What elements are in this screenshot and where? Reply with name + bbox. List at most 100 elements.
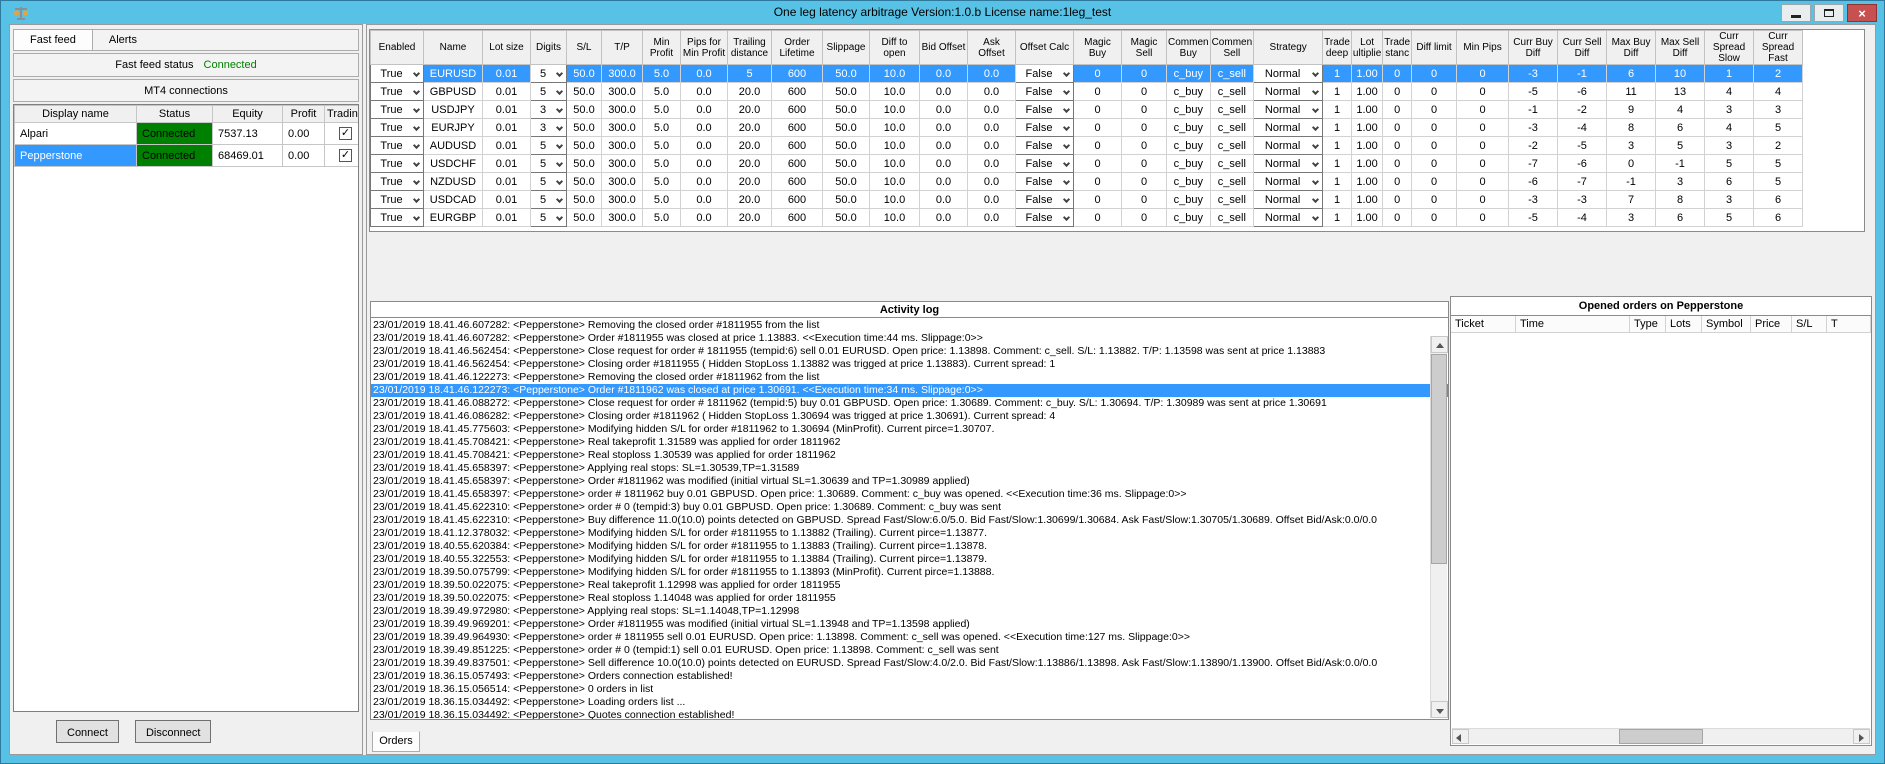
log-line[interactable]: 23/01/2019 18.39.49.851225: <Pepperstone… — [371, 644, 1448, 657]
grid-cell[interactable]: 0 — [1073, 118, 1122, 137]
grid-cell[interactable]: 0.01 — [482, 136, 531, 155]
grid-cell[interactable]: 0 — [1382, 136, 1413, 155]
log-line[interactable]: 23/01/2019 18.39.49.964930: <Pepperstone… — [371, 631, 1448, 644]
grid-cell[interactable]: 20.0 — [727, 82, 772, 101]
connection-row[interactable]: Pepperstone Connected 68469.01 0.00 ✓ — [14, 144, 358, 167]
grid-cell[interactable]: 5.0 — [642, 172, 681, 191]
grid-cell-dropdown[interactable]: Normal — [1253, 100, 1324, 119]
grid-cell-dropdown[interactable]: 5 — [530, 136, 567, 155]
grid-cell[interactable]: 20.0 — [727, 136, 772, 155]
symbol-row[interactable]: True USDJPY 0.01 3 50.0 300.0 5.0 0.0 20.0 600 50.… — [370, 100, 1804, 119]
grid-cell[interactable]: 10.0 — [869, 136, 920, 155]
orders-column-header[interactable]: Type — [1630, 316, 1666, 332]
grid-cell[interactable]: -5 — [1557, 136, 1608, 155]
grid-cell[interactable]: 1.00 — [1350, 64, 1384, 83]
grid-cell-dropdown[interactable]: 5 — [530, 64, 567, 83]
grid-cell[interactable]: 0.0 — [680, 118, 728, 137]
grid-cell[interactable]: 0 — [1121, 118, 1167, 137]
grid-cell[interactable]: 1 — [1322, 136, 1352, 155]
grid-cell[interactable]: AUDUSD — [423, 136, 483, 155]
grid-cell[interactable]: 0.01 — [482, 190, 531, 209]
grid-cell[interactable]: 600 — [771, 154, 823, 173]
grid-cell[interactable]: 50.0 — [822, 118, 870, 137]
grid-cell[interactable]: 300.0 — [601, 100, 643, 119]
grid-cell[interactable]: c_buy — [1166, 190, 1211, 209]
grid-column-header[interactable]: Digits — [530, 30, 567, 65]
grid-cell-dropdown[interactable]: Normal — [1253, 82, 1324, 101]
log-line[interactable]: 23/01/2019 18.41.46.088272: <Pepperstone… — [371, 397, 1448, 410]
grid-cell-dropdown[interactable]: True — [370, 100, 424, 119]
grid-cell[interactable]: 50.0 — [822, 100, 870, 119]
grid-cell[interactable]: 0 — [1073, 82, 1122, 101]
grid-cell[interactable]: 0.01 — [482, 172, 531, 191]
grid-cell[interactable]: c_sell — [1209, 82, 1255, 101]
grid-cell[interactable]: 50.0 — [822, 154, 870, 173]
trading-checkbox[interactable]: ✓ — [339, 127, 352, 140]
close-button[interactable]: × — [1847, 4, 1877, 22]
grid-column-header[interactable]: Min Profit — [642, 30, 681, 65]
connections-column-header[interactable]: Display name — [14, 105, 137, 123]
grid-cell[interactable]: 3 — [1606, 208, 1657, 227]
grid-cell-dropdown[interactable]: 5 — [530, 82, 567, 101]
grid-cell-dropdown[interactable]: Normal — [1253, 64, 1324, 83]
grid-cell[interactable]: 1.00 — [1350, 172, 1384, 191]
log-line[interactable]: 23/01/2019 18.41.46.122273: <Pepperstone… — [371, 384, 1448, 397]
grid-cell[interactable]: 6 — [1704, 172, 1755, 191]
tab-alerts[interactable]: Alerts — [93, 30, 153, 50]
grid-cell[interactable]: 3 — [1704, 136, 1755, 155]
grid-cell[interactable]: 0.0 — [967, 190, 1016, 209]
symbol-row[interactable]: True EURGBP 0.01 5 50.0 300.0 5.0 0.0 20.0 600 50.… — [370, 208, 1804, 227]
orders-column-header[interactable]: Price — [1751, 316, 1792, 332]
grid-cell[interactable]: 0 — [1073, 154, 1122, 173]
grid-column-header[interactable]: Trade stanc — [1382, 30, 1413, 65]
grid-cell[interactable]: 0.0 — [919, 100, 968, 119]
grid-cell[interactable]: -7 — [1508, 154, 1559, 173]
grid-cell[interactable]: 600 — [771, 136, 823, 155]
grid-cell[interactable]: 0.0 — [680, 136, 728, 155]
grid-column-header[interactable]: Trade deep — [1322, 30, 1352, 65]
log-scrollbar-thumb[interactable] — [1431, 354, 1447, 565]
orders-column-header[interactable]: S/L — [1792, 316, 1827, 332]
grid-cell[interactable]: c_sell — [1209, 208, 1255, 227]
grid-cell[interactable]: 0.0 — [967, 208, 1016, 227]
grid-cell[interactable]: -3 — [1508, 190, 1559, 209]
grid-cell[interactable]: 5 — [1753, 172, 1804, 191]
grid-cell-dropdown[interactable]: 3 — [530, 118, 567, 137]
grid-cell[interactable]: 10.0 — [869, 82, 920, 101]
grid-cell[interactable]: 1 — [1322, 100, 1352, 119]
log-line[interactable]: 23/01/2019 18.39.49.837501: <Pepperstone… — [371, 657, 1448, 670]
grid-cell[interactable]: 0 — [1121, 100, 1167, 119]
grid-cell[interactable]: -4 — [1557, 208, 1608, 227]
log-line[interactable]: 23/01/2019 18.41.45.708421: <Pepperstone… — [371, 436, 1448, 449]
grid-column-header[interactable]: Ask Offset — [967, 30, 1016, 65]
connection-row[interactable]: Alpari Connected 7537.13 0.00 ✓ — [14, 122, 358, 145]
grid-cell[interactable]: 0.0 — [680, 100, 728, 119]
grid-cell[interactable]: c_buy — [1166, 136, 1211, 155]
grid-cell[interactable]: 0.0 — [967, 136, 1016, 155]
grid-cell[interactable]: 0 — [1121, 190, 1167, 209]
grid-cell[interactable]: EURUSD — [423, 64, 483, 83]
orders-column-header[interactable]: Lots — [1666, 316, 1702, 332]
log-line[interactable]: 23/01/2019 18.36.15.057493: <Pepperstone… — [371, 670, 1448, 683]
grid-cell-dropdown[interactable]: False — [1015, 208, 1074, 227]
log-line[interactable]: 23/01/2019 18.41.46.562454: <Pepperstone… — [371, 358, 1448, 371]
grid-column-header[interactable]: Curr Spread Fast — [1753, 30, 1804, 65]
grid-cell[interactable]: 50.0 — [566, 64, 602, 83]
grid-cell[interactable]: 1 — [1322, 82, 1352, 101]
grid-cell[interactable]: 0.0 — [967, 82, 1016, 101]
maximize-button[interactable] — [1814, 4, 1844, 22]
grid-cell[interactable]: 5 — [1753, 154, 1804, 173]
grid-cell[interactable]: 5.0 — [642, 82, 681, 101]
scroll-left-icon[interactable] — [1452, 729, 1469, 744]
grid-cell[interactable]: 6 — [1606, 64, 1657, 83]
grid-cell[interactable]: EURJPY — [423, 118, 483, 137]
grid-cell[interactable]: 0.01 — [482, 208, 531, 227]
log-line[interactable]: 23/01/2019 18.39.50.022075: <Pepperstone… — [371, 592, 1448, 605]
grid-cell-dropdown[interactable]: False — [1015, 136, 1074, 155]
grid-cell[interactable]: 1.00 — [1350, 190, 1384, 209]
grid-cell[interactable]: 0 — [1382, 64, 1413, 83]
grid-cell[interactable]: -3 — [1557, 190, 1608, 209]
grid-cell[interactable]: 20.0 — [727, 154, 772, 173]
grid-cell[interactable]: 0.0 — [967, 154, 1016, 173]
grid-cell[interactable]: 0 — [1456, 154, 1510, 173]
